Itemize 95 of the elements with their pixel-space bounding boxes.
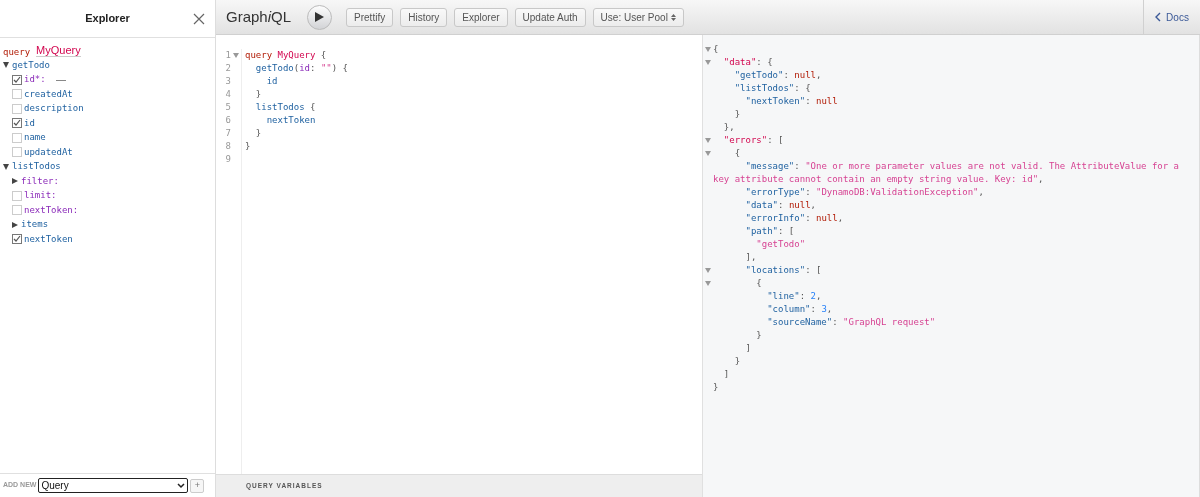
code-line: "errorInfo": null,	[744, 212, 844, 225]
code-line: ]	[722, 368, 730, 381]
fold-arrow-icon[interactable]	[705, 268, 711, 273]
checkbox[interactable]	[12, 89, 22, 100]
checkbox[interactable]	[12, 103, 22, 114]
updown-caret-icon	[670, 13, 676, 21]
line-number: 3	[225, 75, 231, 88]
code-line: "path": [	[744, 225, 795, 238]
code-line: }	[733, 355, 741, 368]
code-line: }	[254, 88, 263, 101]
code-line: "getTodo"	[755, 238, 806, 251]
line-number: 6	[225, 114, 231, 127]
collapsed-triangle-icon[interactable]	[12, 178, 18, 185]
docs-button[interactable]: Docs	[1143, 0, 1200, 35]
code-line: query MyQuery {	[245, 49, 328, 62]
code-line: listTodos {	[254, 101, 317, 114]
tree-item-label[interactable]: createdAt	[24, 89, 73, 99]
operation-name-field[interactable]: MyQuery	[36, 45, 81, 57]
code-line: {	[713, 43, 719, 56]
checkbox[interactable]	[12, 234, 22, 245]
code-line: ]	[744, 342, 751, 355]
code-line: "getTodo": null,	[733, 69, 822, 82]
checkbox[interactable]	[12, 205, 22, 216]
chevron-left-icon	[1155, 12, 1162, 22]
explorer-title: Explorer	[85, 11, 130, 27]
code-line: "line": 2,	[766, 290, 822, 303]
checkbox[interactable]	[12, 190, 22, 201]
tree-item-label[interactable]: limit:	[24, 191, 57, 201]
auth-mode-select[interactable]: Use: User Pool	[592, 7, 684, 27]
tree-item-label[interactable]: updatedAt	[24, 147, 73, 157]
fold-arrow-icon[interactable]	[705, 151, 711, 156]
line-number: 7	[225, 127, 231, 140]
tree-item-label[interactable]: items	[21, 220, 49, 230]
query-editor[interactable]: 1 2 3 4 5 6 7 8 9 query MyQuery { getTodo(id: "") { id } listTodos { nextToken } }	[216, 35, 702, 474]
line-number: 9	[225, 153, 231, 166]
toolbar-button[interactable]: Explorer	[454, 7, 508, 27]
fold-arrow-icon[interactable]	[233, 53, 239, 58]
checkbox[interactable]	[12, 147, 22, 158]
tree-item-label[interactable]: listTodos	[12, 162, 61, 172]
fold-arrow-icon[interactable]	[705, 138, 711, 143]
expanded-triangle-icon[interactable]	[3, 163, 9, 170]
tree-item-label[interactable]: name	[24, 133, 46, 143]
tree-item-label[interactable]: id	[24, 118, 35, 128]
app-title: GraphiQL	[226, 6, 292, 27]
checkbox[interactable]	[12, 74, 22, 85]
code-line: "errors": [	[722, 134, 784, 147]
code-line: ],	[744, 251, 757, 264]
line-number: 4	[225, 88, 231, 101]
close-icon[interactable]	[193, 13, 205, 25]
code-line: "sourceName": "GraphQL request"	[766, 316, 936, 329]
fold-arrow-icon[interactable]	[705, 60, 711, 65]
code-line: "data": {	[722, 56, 773, 69]
code-line: }	[245, 140, 252, 153]
fold-arrow-icon[interactable]	[705, 47, 711, 52]
line-number: 1	[225, 49, 231, 62]
code-line: "errorType": "DynamoDB:ValidationException",	[744, 186, 984, 199]
code-line: }	[733, 108, 741, 121]
code-line: "listTodos": {	[733, 82, 811, 95]
toolbar-button[interactable]: History	[400, 7, 448, 27]
toolbar-button[interactable]: Update Auth	[514, 7, 586, 27]
tree-item-label[interactable]: filter:	[21, 176, 59, 186]
add-operation-button[interactable]: +	[190, 478, 205, 493]
toolbar-button[interactable]: Prettify	[346, 7, 394, 27]
operation-type-select[interactable]: Query	[38, 478, 189, 493]
line-number: 2	[225, 62, 231, 75]
line-number: 5	[225, 101, 231, 114]
tree-item-label[interactable]: nextToken:	[24, 205, 79, 215]
play-icon	[315, 12, 325, 22]
code-line: "data": null,	[744, 199, 816, 212]
code-line: }	[755, 329, 762, 342]
run-query-button[interactable]	[307, 4, 333, 30]
code-line: getTodo(id: "") {	[254, 62, 348, 75]
code-line: "column": 3,	[766, 303, 833, 316]
checkbox[interactable]	[12, 118, 22, 129]
collapsed-triangle-icon[interactable]	[12, 221, 18, 228]
code-line: nextToken	[265, 114, 317, 127]
code-line: {	[733, 147, 741, 160]
line-number: 8	[225, 140, 231, 153]
tree-item-label[interactable]: description	[24, 104, 84, 114]
code-line: "locations": [	[744, 264, 822, 277]
expanded-triangle-icon[interactable]	[3, 62, 9, 69]
code-line: }	[713, 381, 719, 394]
checkbox[interactable]	[12, 132, 22, 143]
tree-item-label[interactable]: getTodo	[12, 60, 50, 70]
code-line: }	[254, 127, 263, 140]
operation-keyword: query	[3, 48, 31, 57]
code-line: },	[722, 121, 735, 134]
fold-arrow-icon[interactable]	[705, 281, 711, 286]
code-line: id	[265, 75, 279, 88]
code-line: "nextToken": null	[744, 95, 838, 108]
code-line: {	[755, 277, 762, 290]
chevron-down-icon	[177, 482, 186, 489]
code-line: "message": "One or more parameter values are not valid. The AttributeValue for a key attribute cannot contain an empty string value. Key: id",	[713, 160, 1180, 186]
tree-item-label[interactable]: nextToken	[24, 234, 73, 244]
tree-item-label[interactable]: id*:	[24, 75, 46, 85]
